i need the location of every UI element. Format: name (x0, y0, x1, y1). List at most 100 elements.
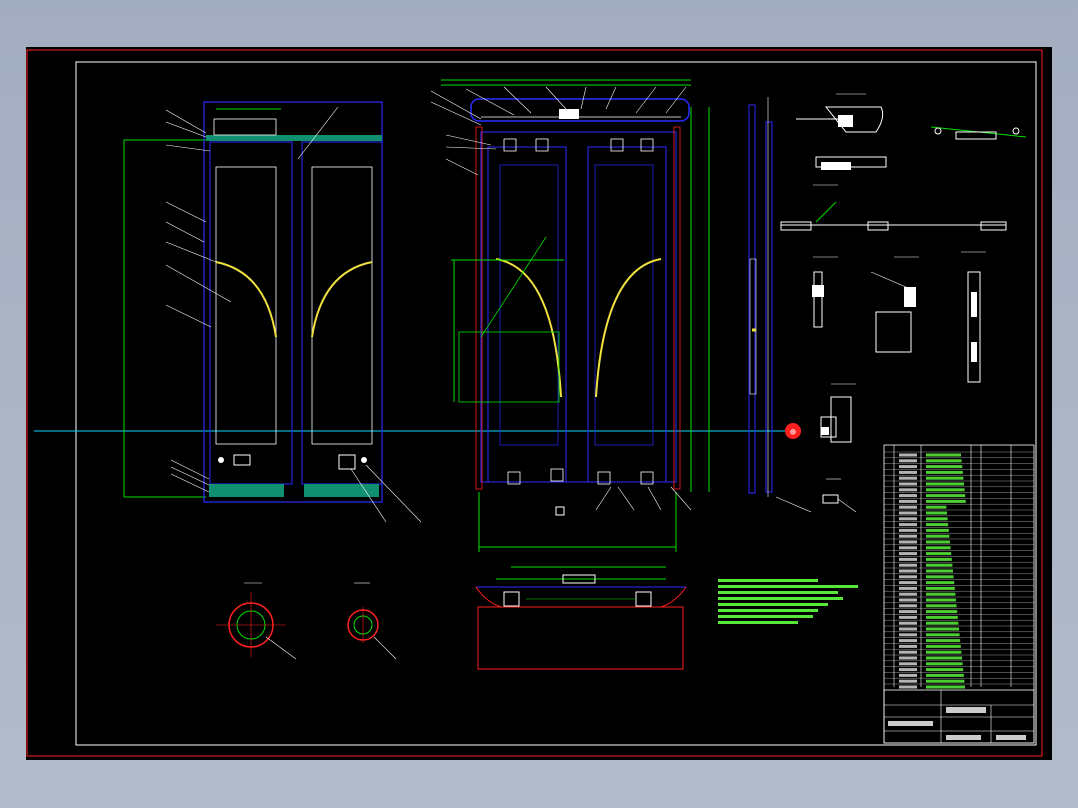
bom-part-code (899, 604, 917, 608)
bom-part-code (899, 598, 917, 602)
bom-part-code (899, 627, 917, 631)
bom-part-code (899, 505, 917, 509)
right-bottom-kickplate (304, 484, 379, 497)
bom-part-name (926, 627, 959, 631)
bom-part-code (899, 673, 917, 677)
bom-part-code (899, 668, 917, 672)
section-i-i (347, 582, 397, 660)
bom-part-code (899, 563, 917, 567)
bom-part-code (899, 685, 917, 689)
detail-d-d (870, 256, 919, 353)
bom-part-code (899, 511, 917, 515)
bom-part-code (899, 552, 917, 556)
detail-f-f (820, 383, 856, 443)
rear-hanger-rollers (503, 138, 654, 485)
bom-part-name (926, 604, 957, 608)
bom-part-code (899, 650, 917, 654)
bom-part-name (926, 679, 965, 683)
left-arch-handle (215, 261, 277, 338)
bom-part-name (926, 639, 961, 643)
bom-part-name (926, 662, 963, 666)
rear-leader-lines (430, 86, 692, 511)
bom-part-name (926, 523, 949, 527)
left-lock-box (233, 454, 251, 466)
bom-part-name (926, 557, 952, 561)
top-track-header (206, 135, 382, 141)
bom-part-name (926, 511, 947, 515)
bom-part-code (899, 656, 917, 660)
bom-part-code (899, 523, 917, 527)
bom-part-name (926, 517, 948, 521)
header-cover-box (213, 118, 277, 136)
bom-part-name (926, 546, 951, 550)
bom-part-code (899, 586, 917, 590)
bom-part-name (926, 644, 961, 648)
bom-part-code (899, 615, 917, 619)
detail-c-c (812, 256, 838, 328)
sheet-outer-frame (26, 49, 1043, 757)
bom-part-code (899, 610, 917, 614)
bom-part-name (926, 552, 952, 556)
side-leader (775, 496, 812, 513)
cad-app: ⊕ (0, 0, 1078, 808)
bom-part-code (899, 581, 917, 585)
bom-part-code (899, 569, 917, 573)
rear-arch-radius-leader (480, 236, 547, 338)
bom-part-code (899, 494, 917, 498)
rear-left-panel (499, 164, 559, 446)
detail-j (822, 478, 857, 513)
side-section-view[interactable] (748, 97, 812, 513)
bom-part-name (926, 610, 958, 614)
front-elevation-view[interactable] (123, 101, 422, 523)
rear-left-arch (495, 258, 562, 398)
bom-part-name (926, 459, 962, 463)
bom-part-name (926, 685, 965, 689)
bom-part-code (899, 476, 917, 480)
bom-part-code (899, 528, 917, 532)
plan-section-view (475, 566, 687, 670)
detail-x-x (796, 93, 887, 170)
bom-part-name (926, 586, 955, 590)
bom-part-code (899, 459, 917, 463)
side-frame-thickness (765, 121, 773, 493)
bom-part-code (899, 679, 917, 683)
drive-unit-housing (470, 98, 690, 122)
bom-part-name (926, 482, 964, 486)
bom-part-code (899, 644, 917, 648)
bom-part-name (926, 534, 950, 538)
bom-part-name (926, 505, 947, 509)
bom-part-name (926, 575, 954, 579)
bom-part-name (926, 528, 949, 532)
bom-part-code (899, 633, 917, 637)
left-door-leaf (209, 141, 293, 485)
bom-part-code (899, 540, 917, 544)
detail-views[interactable] (780, 93, 1027, 513)
title-block[interactable] (883, 689, 1035, 744)
bom-part-code (899, 517, 917, 521)
drive-motor (559, 109, 579, 119)
right-lock-box (338, 454, 356, 470)
axis-marker-symbol: ⊕ (790, 427, 796, 438)
bom-part-code (899, 488, 917, 492)
bom-part-code (899, 575, 917, 579)
bill-of-materials-table[interactable] (883, 444, 1035, 744)
bom-part-name (926, 563, 953, 567)
rear-right-panel (594, 164, 654, 446)
bom-part-name (926, 569, 953, 573)
drawing-viewport[interactable]: ⊕ (26, 47, 1052, 760)
rear-right-leaf (587, 146, 667, 483)
detail-arm (930, 126, 1027, 140)
rear-arch-box (458, 331, 560, 403)
bom-part-name (926, 499, 966, 503)
bom-part-code (899, 621, 917, 625)
rear-elevation-view[interactable] (430, 79, 710, 552)
bom-part-code (899, 662, 917, 666)
bom-text-blocks (899, 453, 966, 689)
cad-drawing[interactable]: ⊕ (26, 47, 1052, 760)
bom-part-name (926, 592, 956, 596)
right-lock-cylinder (361, 457, 367, 463)
bom-part-name (926, 465, 963, 469)
bom-part-code (899, 470, 917, 474)
rear-lock-detail (555, 506, 565, 516)
bom-part-name (926, 494, 966, 498)
